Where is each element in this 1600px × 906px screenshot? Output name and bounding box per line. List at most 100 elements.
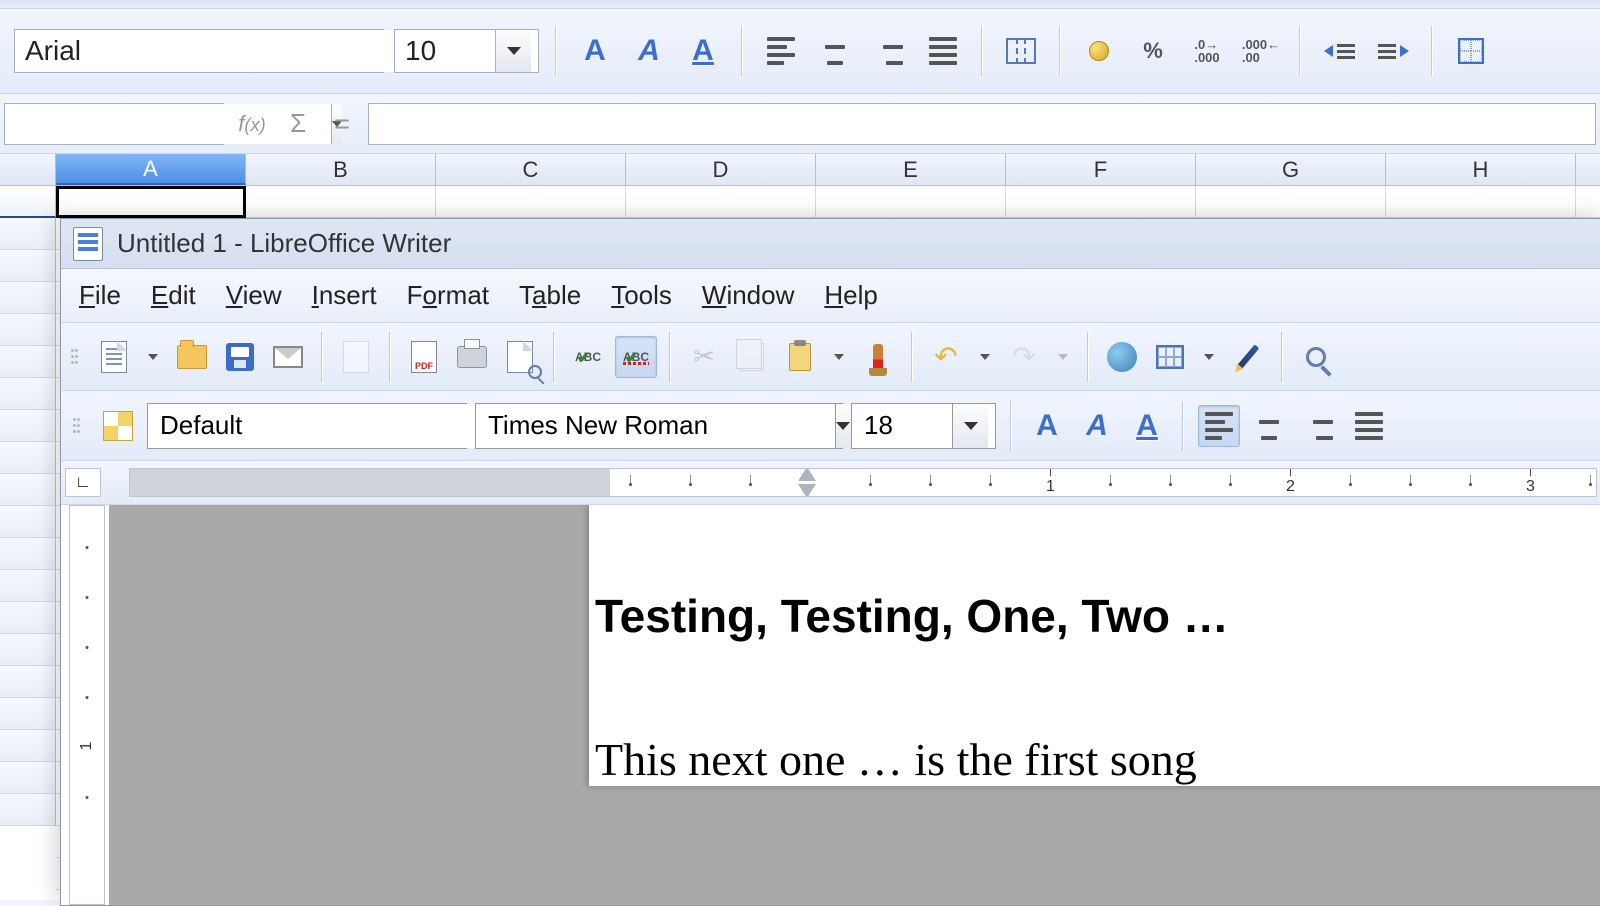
align-center-button[interactable] [813,29,857,73]
underline-button[interactable]: A [681,29,725,73]
hyperlink-button[interactable] [1101,336,1143,378]
calc-font-size-input[interactable] [395,30,495,72]
menu-tools[interactable]: Tools [611,280,672,311]
writer-italic-button[interactable]: A [1076,405,1118,447]
cut-button[interactable]: ✂ [683,336,725,378]
row-header[interactable] [0,186,56,218]
calc-font-size-dropdown-button[interactable] [495,30,531,72]
column-header-f[interactable]: F [1006,154,1196,185]
row-header[interactable] [0,282,56,314]
calc-font-size-combo[interactable] [394,29,539,73]
horizontal-ruler[interactable]: 1 2 3 [129,468,1597,497]
row-header[interactable] [0,794,56,826]
column-header-b[interactable]: B [246,154,436,185]
insert-table-button[interactable] [1149,336,1191,378]
print-preview-button[interactable] [499,336,541,378]
row-header[interactable] [0,698,56,730]
name-box[interactable] [4,103,224,145]
row-header[interactable] [0,346,56,378]
writer-bold-button[interactable]: A [1026,405,1068,447]
menu-help[interactable]: Help [824,280,877,311]
edit-file-button[interactable] [335,336,377,378]
paste-dropdown[interactable] [827,354,851,360]
document-page[interactable]: Testing, Testing, One, Two … This next o… [589,505,1600,786]
row-header[interactable] [0,474,56,506]
column-header-g[interactable]: G [1196,154,1386,185]
autospellcheck-button[interactable]: ABC✔ [615,336,657,378]
writer-align-justify-button[interactable] [1348,405,1390,447]
vertical-ruler[interactable]: 1 [69,505,105,905]
paragraph-style-input[interactable] [148,404,507,448]
column-header-h[interactable]: H [1386,154,1576,185]
row-header[interactable] [0,506,56,538]
writer-font-name-combo[interactable] [475,403,843,449]
menu-table[interactable]: Table [519,280,581,311]
row-header[interactable] [0,378,56,410]
row-header[interactable] [0,538,56,570]
row-header[interactable] [0,634,56,666]
formula-input[interactable] [368,103,1596,145]
function-wizard-button[interactable]: f(x) [232,102,272,146]
undo-button[interactable]: ↶ [925,336,967,378]
row-header[interactable] [0,442,56,474]
row-header[interactable] [0,314,56,346]
writer-underline-button[interactable]: A [1126,405,1168,447]
writer-font-name-dropdown-button[interactable] [835,404,850,448]
redo-button[interactable]: ↶ [1003,336,1045,378]
redo-dropdown[interactable] [1051,354,1075,360]
column-header-a[interactable]: A [56,154,246,185]
merge-cells-button[interactable] [999,29,1043,73]
paste-button[interactable] [779,336,821,378]
percent-button[interactable]: % [1131,29,1175,73]
drawing-button[interactable] [1227,336,1269,378]
toolbar-grip[interactable] [73,418,83,433]
align-left-button[interactable] [759,29,803,73]
save-button[interactable] [219,336,261,378]
writer-font-size-dropdown-button[interactable] [952,404,988,448]
increase-indent-button[interactable] [1371,29,1415,73]
export-pdf-button[interactable] [403,336,445,378]
row-header[interactable] [0,218,56,250]
borders-button[interactable] [1449,29,1493,73]
row-header[interactable] [0,602,56,634]
column-header-e[interactable]: E [816,154,1006,185]
calc-font-name-input[interactable] [15,30,396,72]
align-justify-button[interactable] [921,29,965,73]
writer-font-size-combo[interactable] [851,403,996,449]
menu-file[interactable]: File [79,280,121,311]
menu-window[interactable]: Window [702,280,794,311]
format-paintbrush-button[interactable] [857,336,899,378]
new-document-button[interactable] [93,336,135,378]
writer-align-center-button[interactable] [1248,405,1290,447]
writer-align-right-button[interactable] [1298,405,1340,447]
menu-format[interactable]: Format [407,280,489,311]
email-button[interactable] [267,336,309,378]
undo-dropdown[interactable] [973,354,997,360]
row-header[interactable] [0,762,56,794]
function-button[interactable]: = [324,102,360,146]
italic-button[interactable]: A [627,29,671,73]
writer-titlebar[interactable]: Untitled 1 - LibreOffice Writer [61,219,1600,269]
paragraph-style-combo[interactable] [147,403,467,449]
currency-button[interactable] [1077,29,1121,73]
writer-font-name-input[interactable] [476,404,835,448]
document-heading[interactable]: Testing, Testing, One, Two … [595,589,1600,643]
spellcheck-button[interactable]: ABC✔ [567,336,609,378]
row-header[interactable] [0,730,56,762]
document-body-text[interactable]: This next one … is the first song [595,733,1600,786]
row-header[interactable] [0,666,56,698]
menu-edit[interactable]: Edit [151,280,196,311]
align-right-button[interactable] [867,29,911,73]
toolbar-grip[interactable] [71,349,81,364]
row-header[interactable] [0,250,56,282]
select-all-corner[interactable] [0,154,56,185]
insert-table-dropdown[interactable] [1197,354,1221,360]
row-header[interactable] [0,410,56,442]
menu-insert[interactable]: Insert [312,280,377,311]
add-decimal-button[interactable]: .0→.000 [1185,29,1229,73]
writer-align-left-button[interactable] [1198,405,1240,447]
menu-view[interactable]: View [226,280,282,311]
print-button[interactable] [451,336,493,378]
styles-button[interactable] [97,405,139,447]
row-header[interactable] [0,570,56,602]
